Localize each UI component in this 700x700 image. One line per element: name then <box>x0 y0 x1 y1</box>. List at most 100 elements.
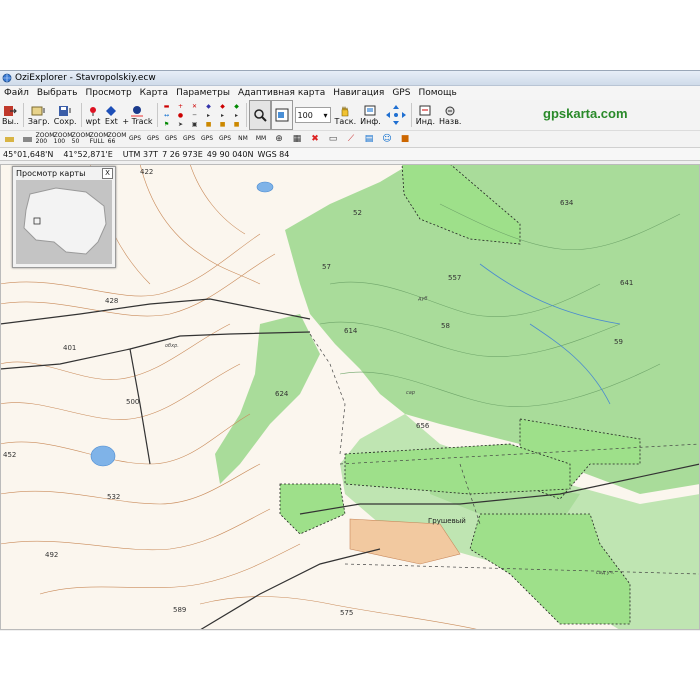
route-d-icon[interactable]: ■ <box>202 120 216 129</box>
save-button[interactable]: Сохр. <box>52 101 79 129</box>
zoom-50-label: ZOOM 50 <box>71 132 91 145</box>
target-button[interactable]: ⊕ <box>270 135 288 144</box>
nm-label: NM <box>238 135 248 142</box>
status-utm: UTM 37T <box>122 149 159 159</box>
cross-button[interactable]: ✖ <box>306 134 324 144</box>
menu-gps[interactable]: GPS <box>388 88 414 98</box>
close-icon[interactable]: X <box>102 168 113 179</box>
graph-button[interactable]: ⟋ <box>342 135 360 144</box>
toolbar-separator <box>410 103 412 127</box>
load-map-button[interactable]: Загр. <box>26 101 52 129</box>
gps-button-1[interactable]: GPS <box>126 136 144 142</box>
menu-adaptive-map[interactable]: Адаптивная карта <box>234 88 329 98</box>
waypoint-icon <box>89 106 96 116</box>
ext-icon <box>106 105 117 116</box>
color-button[interactable]: ■ <box>396 135 414 144</box>
elevation-label: 624 <box>275 390 289 398</box>
zoom-full-button[interactable]: ZOOM FULL <box>90 133 109 145</box>
elevation-label: 52 <box>353 209 362 217</box>
zoom-50-button[interactable]: ZOOM 50 <box>71 132 91 145</box>
tool-plus-icon[interactable]: + <box>174 102 188 111</box>
search-button[interactable] <box>248 100 271 130</box>
hand-button[interactable]: Таск. <box>333 101 359 129</box>
gps-button-5[interactable]: GPS <box>198 136 216 142</box>
menu-help[interactable]: Помощь <box>414 88 460 98</box>
ruler-button[interactable] <box>18 136 36 142</box>
move-arrows-button[interactable] <box>383 101 409 129</box>
track-button[interactable]: + Track <box>120 101 154 129</box>
menu-view[interactable]: Просмотр <box>81 88 135 98</box>
zoom-200-button[interactable]: ZOOM 200 <box>36 133 55 145</box>
info-button[interactable]: Инф. <box>358 101 383 129</box>
grid-button[interactable]: ▦ <box>288 135 306 144</box>
tool-cross-icon[interactable]: ✕ <box>188 102 202 111</box>
tool-dot-icon[interactable]: ● <box>174 111 188 120</box>
nm-button[interactable]: NM <box>234 136 252 142</box>
tool-red-icon[interactable]: ▬ <box>160 102 174 111</box>
elevation-label: 557 <box>448 274 462 282</box>
route-blue-icon[interactable]: ◆ <box>202 102 216 111</box>
main-toolbar: Вы.. Загр. Сохр. wpt Ext + Track ▬ + ✕ ↔… <box>0 100 700 131</box>
route-c-icon[interactable]: ▸ <box>230 111 244 120</box>
route-b-icon[interactable]: ▸ <box>216 111 230 120</box>
gps-button-6[interactable]: GPS <box>216 136 234 142</box>
gps-label-4: GPS <box>182 135 196 142</box>
ruler-icon <box>22 136 32 142</box>
zoom-100-label: ZOOM 100 <box>53 132 73 145</box>
elevation-label: 492 <box>45 551 59 559</box>
gps-button-3[interactable]: GPS <box>162 136 180 142</box>
info-icon <box>364 105 376 115</box>
zoom-100-button[interactable]: ZOOM 100 <box>53 132 73 145</box>
overview-region-graphic <box>16 180 112 264</box>
tool-flag-icon[interactable]: ⚑ <box>160 120 174 129</box>
overview-map[interactable] <box>16 180 112 264</box>
route-green-icon[interactable]: ◆ <box>230 102 244 111</box>
route-a-icon[interactable]: ▸ <box>202 111 216 120</box>
menu-select[interactable]: Выбрать <box>33 88 82 98</box>
zoom-select[interactable]: 100 ▾ <box>294 107 331 123</box>
gps-button-4[interactable]: GPS <box>180 136 198 142</box>
exit-icon <box>4 105 18 116</box>
mm-label: MM <box>255 135 267 142</box>
ext-button[interactable]: Ext <box>102 101 120 129</box>
route-red-icon[interactable]: ◆ <box>216 102 230 111</box>
map-window-icon <box>275 108 289 122</box>
tool-box-icon[interactable]: ▣ <box>188 120 202 129</box>
mm-button[interactable]: MM <box>252 136 270 142</box>
map-label: сад уч. <box>596 570 615 576</box>
tool-move-icon[interactable]: ↔ <box>160 111 174 120</box>
names-label: Назв. <box>439 116 462 126</box>
map-label: обхр. <box>165 343 179 349</box>
tool-line-icon[interactable]: ─ <box>188 111 202 120</box>
magnifier-icon <box>253 109 267 122</box>
menu-navigation[interactable]: Навигация <box>329 88 388 98</box>
image-button[interactable]: ▭ <box>324 135 342 144</box>
index-label: Инд. <box>415 116 436 126</box>
menu-map[interactable]: Карта <box>136 88 172 98</box>
zoom-66-button[interactable]: ZOOM 66 <box>107 132 127 145</box>
names-button[interactable]: Назв. <box>437 101 463 129</box>
gps-button-2[interactable]: GPS <box>144 136 162 142</box>
zoom-value: 100 <box>297 110 313 120</box>
waypoint-button[interactable]: wpt <box>84 101 103 129</box>
red-cross-icon: ✖ <box>311 134 319 144</box>
elevation-label: 59 <box>614 338 623 346</box>
person-button[interactable]: ☺ <box>378 135 396 144</box>
table-button[interactable]: ▤ <box>360 135 378 144</box>
overview-title: Просмотр карты <box>16 168 86 178</box>
save-icon <box>59 105 71 116</box>
calc-button[interactable] <box>0 136 18 142</box>
brand-watermark: gpskarta.com <box>543 106 628 121</box>
map-window-button[interactable] <box>270 100 293 130</box>
tool-arrow-icon[interactable]: ➤ <box>174 120 188 129</box>
route-f-icon[interactable]: ■ <box>230 120 244 129</box>
zoom-66-label: ZOOM 66 <box>107 132 127 145</box>
exit-label: Вы.. <box>2 116 19 126</box>
village-label: Грушевый <box>428 517 466 525</box>
menu-settings[interactable]: Параметры <box>172 88 234 98</box>
route-e-icon[interactable]: ■ <box>216 120 230 129</box>
exit-button[interactable]: Вы.. <box>0 101 21 129</box>
index-button[interactable]: Инд. <box>414 101 437 129</box>
menu-file[interactable]: Файл <box>0 88 33 98</box>
elevation-label: 656 <box>416 422 430 430</box>
